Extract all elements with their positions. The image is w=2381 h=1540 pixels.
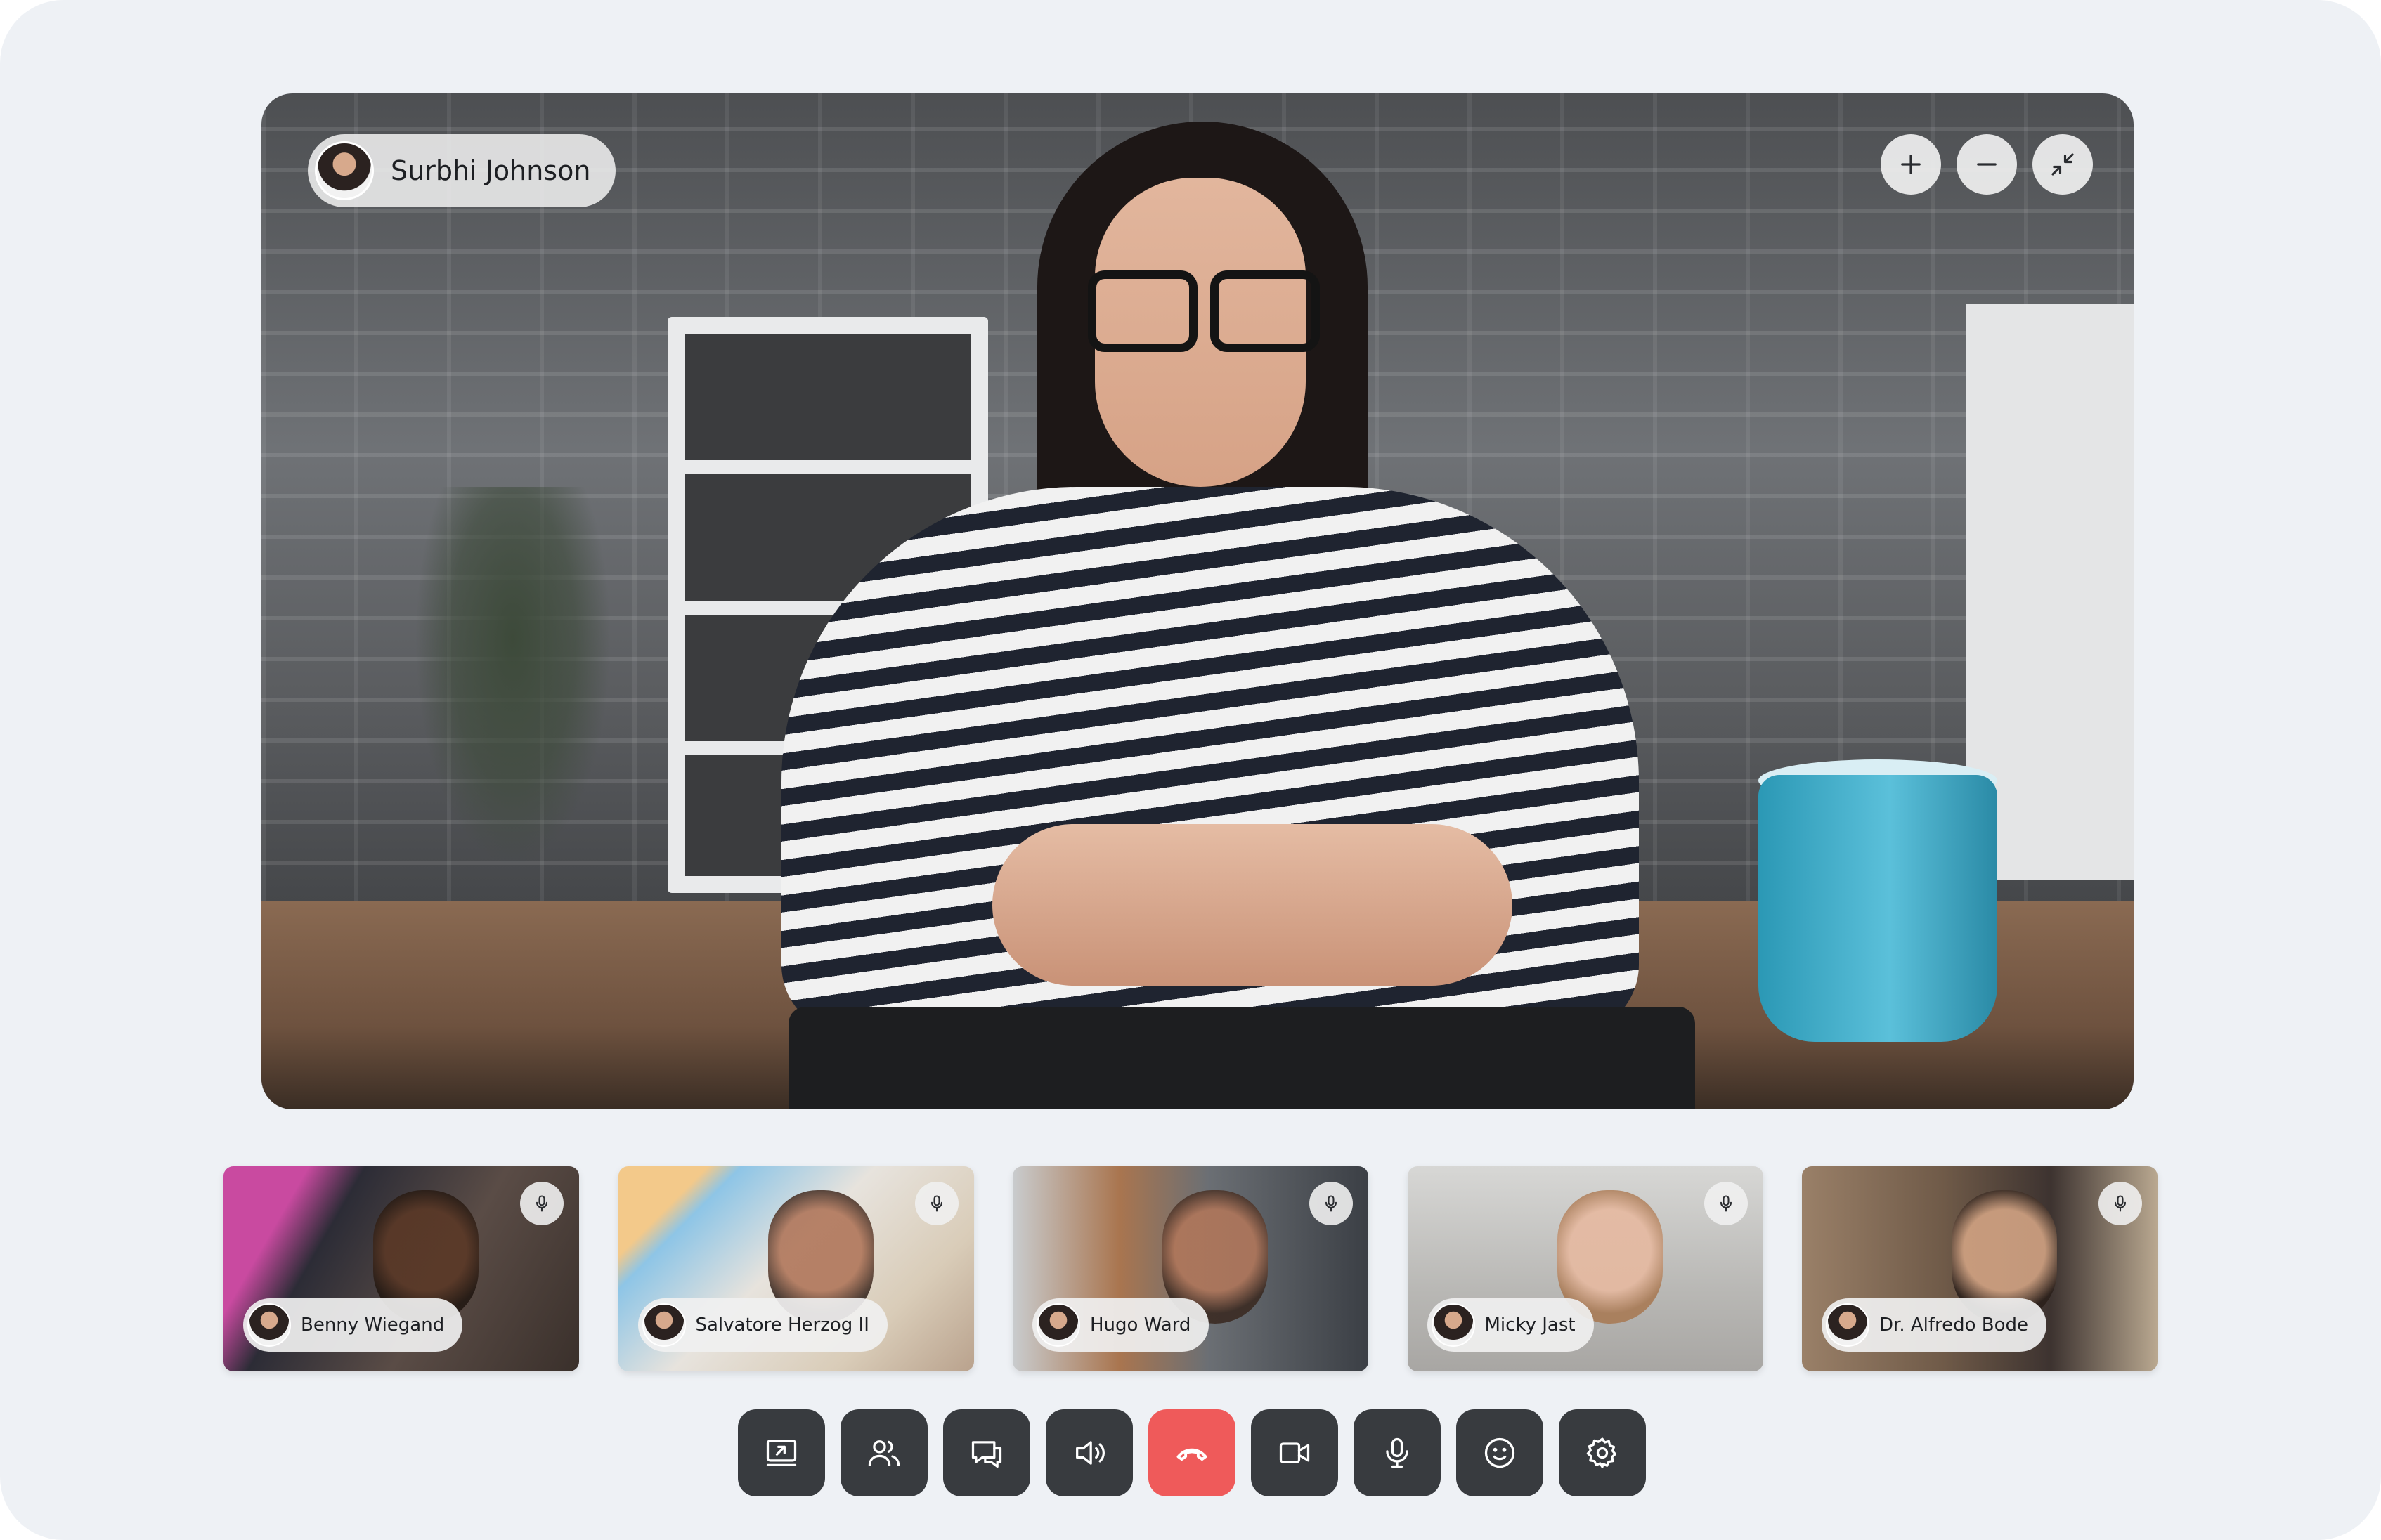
video-call-app: Surbhi Johnson Benny Wiegand Salvatore H… [0, 0, 2381, 1540]
participant-name: Hugo Ward [1090, 1314, 1191, 1336]
participant-avatar [247, 1303, 291, 1347]
mic-icon [1720, 1195, 1732, 1212]
participant-tile[interactable]: Benny Wiegand [223, 1166, 579, 1371]
video-button[interactable] [1251, 1409, 1338, 1496]
settings-icon [1586, 1437, 1617, 1468]
plant-decor [415, 487, 611, 866]
speaker-icon [1076, 1441, 1105, 1465]
participant-mic-button[interactable] [520, 1182, 564, 1225]
participant-avatar [1431, 1303, 1475, 1347]
speaker-name: Surbhi Johnson [391, 155, 591, 186]
blue-mug [1758, 775, 1997, 1042]
participants-icon [868, 1440, 900, 1466]
speaker-glasses [1088, 270, 1320, 352]
participant-mic-button[interactable] [1309, 1182, 1353, 1225]
stage-controls [1881, 134, 2093, 195]
participant-name-pill: Salvatore Herzog II [637, 1298, 888, 1352]
zoom-in-button[interactable] [1881, 134, 1941, 195]
participant-tile[interactable]: Dr. Alfredo Bode [1802, 1166, 2158, 1371]
participant-name: Salvatore Herzog II [695, 1314, 869, 1336]
participants-button[interactable] [841, 1409, 928, 1496]
speaker-button[interactable] [1046, 1409, 1133, 1496]
chat-icon [971, 1441, 1002, 1468]
participant-tile[interactable]: Salvatore Herzog II [618, 1166, 974, 1371]
zoom-in-icon [1901, 155, 1921, 174]
participant-name-pill: Dr. Alfredo Bode [1822, 1298, 2047, 1352]
mic-icon [2114, 1195, 2127, 1212]
zoom-out-icon [1977, 163, 1997, 166]
settings-button[interactable] [1559, 1409, 1646, 1496]
participant-name-pill: Benny Wiegand [243, 1298, 463, 1352]
call-control-bar [738, 1409, 1646, 1496]
mic-icon [930, 1195, 942, 1212]
main-video-stage[interactable]: Surbhi Johnson [261, 93, 2134, 1109]
speaker-avatar [315, 141, 374, 200]
zoom-out-button[interactable] [1957, 134, 2017, 195]
participant-name: Micky Jast [1484, 1314, 1576, 1336]
laptop [789, 1007, 1695, 1109]
participant-name-pill: Hugo Ward [1032, 1298, 1209, 1352]
participant-name-pill: Micky Jast [1427, 1298, 1594, 1352]
participant-name: Benny Wiegand [301, 1314, 445, 1336]
minimize-button[interactable] [2032, 134, 2093, 195]
participant-avatar [1826, 1303, 1869, 1347]
microphone-icon [1386, 1437, 1408, 1468]
participant-mic-button[interactable] [914, 1182, 959, 1225]
participant-mic-button[interactable] [1704, 1182, 1748, 1225]
chat-button[interactable] [943, 1409, 1030, 1496]
microphone-button[interactable] [1354, 1409, 1441, 1496]
participant-mic-button[interactable] [2098, 1182, 2142, 1225]
minimize-icon [2051, 153, 2074, 176]
participant-avatar [1037, 1303, 1080, 1347]
speaker-arms [992, 824, 1512, 986]
mic-icon [1325, 1195, 1337, 1212]
end-call-icon [1176, 1448, 1207, 1461]
video-camera-icon [1279, 1442, 1310, 1463]
end-call-button[interactable] [1148, 1409, 1235, 1496]
emoji-button[interactable] [1456, 1409, 1543, 1496]
emoji-icon [1484, 1437, 1515, 1468]
participant-tile[interactable]: Hugo Ward [1013, 1166, 1368, 1371]
participant-name: Dr. Alfredo Bode [1879, 1314, 2029, 1336]
screen-share-icon [766, 1440, 797, 1466]
participant-strip: Benny Wiegand Salvatore Herzog II Hugo W… [223, 1166, 2158, 1371]
screen-share-button[interactable] [738, 1409, 825, 1496]
mic-icon [536, 1195, 548, 1212]
participant-tile[interactable]: Micky Jast [1407, 1166, 1763, 1371]
speaker-name-pill: Surbhi Johnson [308, 134, 616, 207]
participant-avatar [642, 1303, 686, 1347]
